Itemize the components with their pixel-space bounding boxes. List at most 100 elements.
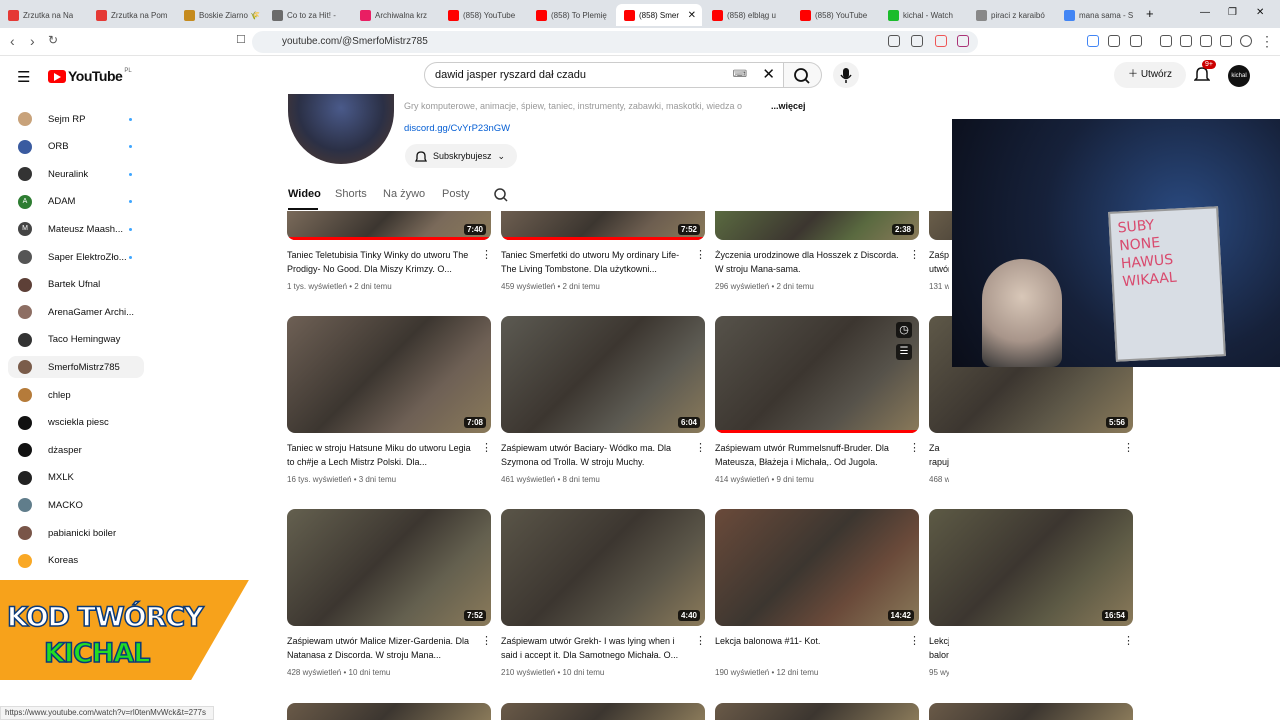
- video-title[interactable]: Lekcja balonowa #11- Kot.: [715, 634, 901, 648]
- tab-shorts[interactable]: Shorts: [335, 188, 367, 200]
- sidebar-channel-item[interactable]: Bartek Ufnal: [8, 274, 144, 296]
- sidebar-channel-item[interactable]: wsciekla piesc: [8, 412, 144, 434]
- video-title[interactable]: Taniec Smerfetki do utworu My ordinary L…: [501, 248, 687, 276]
- sidebar-channel-item[interactable]: Sejm RP: [8, 108, 144, 130]
- video-thumbnail[interactable]: 6:04: [501, 316, 705, 433]
- forward-icon[interactable]: ›: [30, 33, 35, 49]
- browser-tab[interactable]: Boskie Ziarno 🌾: [176, 4, 262, 26]
- back-icon[interactable]: ‹: [10, 33, 15, 49]
- sidebar-channel-item[interactable]: Saper ElektroZło...: [8, 246, 144, 268]
- sidebar-channel-item[interactable]: SmerfoMistrz785: [8, 356, 144, 379]
- video-menu-icon[interactable]: ⋮: [909, 441, 920, 454]
- video-menu-icon[interactable]: ⋮: [481, 441, 492, 454]
- sidebar-channel-item[interactable]: Taco Hemingway: [8, 329, 144, 351]
- wallet-icon[interactable]: [1200, 35, 1212, 47]
- video-thumbnail[interactable]: [287, 703, 491, 720]
- new-tab-icon[interactable]: +: [1146, 6, 1154, 21]
- notifications-button[interactable]: 9+: [1193, 60, 1216, 88]
- sidebar-channel-item[interactable]: dżasper: [8, 439, 144, 461]
- sidebar-icon[interactable]: [1180, 35, 1192, 47]
- browser-tab[interactable]: (858) elbląg u: [704, 4, 790, 26]
- video-thumbnail[interactable]: 14:42: [715, 509, 919, 626]
- video-menu-icon[interactable]: ⋮: [695, 441, 706, 454]
- address-bar[interactable]: youtube.com/@SmerfoMistrz785: [252, 31, 978, 53]
- video-thumbnail[interactable]: [501, 703, 705, 720]
- video-title[interactable]: Zaśpiewam utwór Grekh- I was lying when …: [501, 634, 687, 662]
- sidebar-channel-item[interactable]: A ADAM: [8, 191, 144, 213]
- tab-live[interactable]: Na żywo: [383, 188, 425, 200]
- browser-tab[interactable]: mana sama - S: [1056, 4, 1142, 26]
- sidebar-channel-item[interactable]: ORB: [8, 136, 144, 158]
- cast-icon[interactable]: [888, 35, 900, 47]
- sidebar-channel-item[interactable]: pabianicki boiler: [8, 522, 144, 544]
- browser-tab[interactable]: kichal - Watch: [880, 4, 966, 26]
- close-tab-icon[interactable]: ✕: [688, 10, 696, 21]
- extension-icon[interactable]: [1108, 35, 1120, 47]
- tab-posts[interactable]: Posty: [442, 188, 470, 200]
- translate-icon[interactable]: [1087, 35, 1099, 47]
- video-thumbnail[interactable]: 4:40: [501, 509, 705, 626]
- video-title[interactable]: Lekcja balonowa #10- Miś z jednego balon…: [929, 634, 949, 662]
- sidebar-channel-item[interactable]: M Mateusz Maash...: [8, 218, 144, 240]
- channel-search-icon[interactable]: [493, 187, 509, 203]
- video-thumbnail[interactable]: 7:52: [501, 211, 705, 240]
- sidebar-channel-item[interactable]: Neuralink: [8, 163, 144, 185]
- channel-link[interactable]: discord.gg/CvYrP23nGW: [404, 123, 510, 134]
- minimize-icon[interactable]: —: [1200, 7, 1210, 18]
- video-thumbnail[interactable]: [929, 703, 1133, 720]
- video-title[interactable]: Taniec Teletubisia Tinky Winky do utworu…: [287, 248, 473, 276]
- browser-tab[interactable]: piraci z karaibó: [968, 4, 1054, 26]
- keyboard-icon[interactable]: ⌨: [733, 63, 747, 87]
- screenshot-icon[interactable]: [1130, 35, 1142, 47]
- video-thumbnail[interactable]: 2:38: [715, 211, 919, 240]
- browser-tab[interactable]: (858) YouTube: [440, 4, 526, 26]
- sidebar-channel-item[interactable]: MXLK: [8, 467, 144, 489]
- search-button[interactable]: [784, 62, 822, 88]
- vpn-icon[interactable]: [1240, 35, 1252, 47]
- video-menu-icon[interactable]: ⋮: [695, 634, 706, 647]
- sidebar-channel-item[interactable]: MACKO: [8, 494, 144, 516]
- video-thumbnail[interactable]: 16:54: [929, 509, 1133, 626]
- browser-tab[interactable]: Zrzutka na Na: [0, 4, 86, 26]
- video-title[interactable]: Zaśpiewam utwór Rummelsnuff-Bruder. Dla …: [715, 441, 901, 469]
- sidebar-channel-item[interactable]: chlep: [8, 384, 144, 406]
- close-window-icon[interactable]: ✕: [1256, 7, 1264, 18]
- browser-tab[interactable]: (858) Smer ✕: [616, 4, 702, 26]
- video-menu-icon[interactable]: ⋮: [909, 634, 920, 647]
- watch-later-icon[interactable]: ◷: [896, 322, 912, 338]
- add-to-queue-icon[interactable]: ☰: [896, 344, 912, 360]
- video-thumbnail[interactable]: 7:40: [287, 211, 491, 240]
- voice-search-button[interactable]: [833, 62, 859, 88]
- browser-tab[interactable]: Zrzutka na Pom: [88, 4, 174, 26]
- tab-videos[interactable]: Wideo: [288, 188, 321, 200]
- video-title[interactable]: Zaśpiewam utwór Rummelsnuff- dedykuję...: [929, 248, 949, 276]
- youtube-logo[interactable]: YouTube PL: [48, 68, 132, 84]
- media-icon[interactable]: [1160, 35, 1172, 47]
- search-input[interactable]: dawid jasper ryszard dał czadu ⌨ ✕: [424, 62, 784, 88]
- video-thumbnail[interactable]: [715, 316, 919, 433]
- browser-tab[interactable]: (858) To Plemię: [528, 4, 614, 26]
- video-menu-icon[interactable]: ⋮: [1123, 441, 1134, 454]
- hamburger-menu-icon[interactable]: ☰: [17, 68, 30, 86]
- ai-icon[interactable]: [1220, 35, 1232, 47]
- share-icon[interactable]: [911, 35, 923, 47]
- browser-tab[interactable]: Archiwalna krz: [352, 4, 438, 26]
- create-button[interactable]: ＋ Utwórz: [1114, 62, 1186, 88]
- account-avatar[interactable]: kichal: [1228, 65, 1250, 87]
- video-menu-icon[interactable]: ⋮: [481, 248, 492, 261]
- video-thumbnail[interactable]: 7:52: [287, 509, 491, 626]
- browser-tab[interactable]: Co to za Hit! -: [264, 4, 350, 26]
- video-title[interactable]: Zaśpiewam utwór Baciary- Wódko ma. Dla S…: [501, 441, 687, 469]
- video-menu-icon[interactable]: ⋮: [1123, 634, 1134, 647]
- rewards-icon[interactable]: [957, 35, 969, 47]
- browser-menu-icon[interactable]: ⋮: [1260, 33, 1274, 50]
- video-menu-icon[interactable]: ⋮: [695, 248, 706, 261]
- video-thumbnail[interactable]: [715, 703, 919, 720]
- video-menu-icon[interactable]: ⋮: [481, 634, 492, 647]
- more-link[interactable]: ...więcej: [771, 101, 806, 111]
- subscribed-button[interactable]: Subskrybujesz ⌄: [405, 144, 517, 168]
- reload-icon[interactable]: ↻: [48, 33, 58, 47]
- channel-avatar[interactable]: [288, 94, 394, 164]
- video-title[interactable]: Zaśpiewam utwór Malice Mizer-Gardenia. D…: [287, 634, 473, 662]
- maximize-icon[interactable]: ❐: [1228, 7, 1237, 18]
